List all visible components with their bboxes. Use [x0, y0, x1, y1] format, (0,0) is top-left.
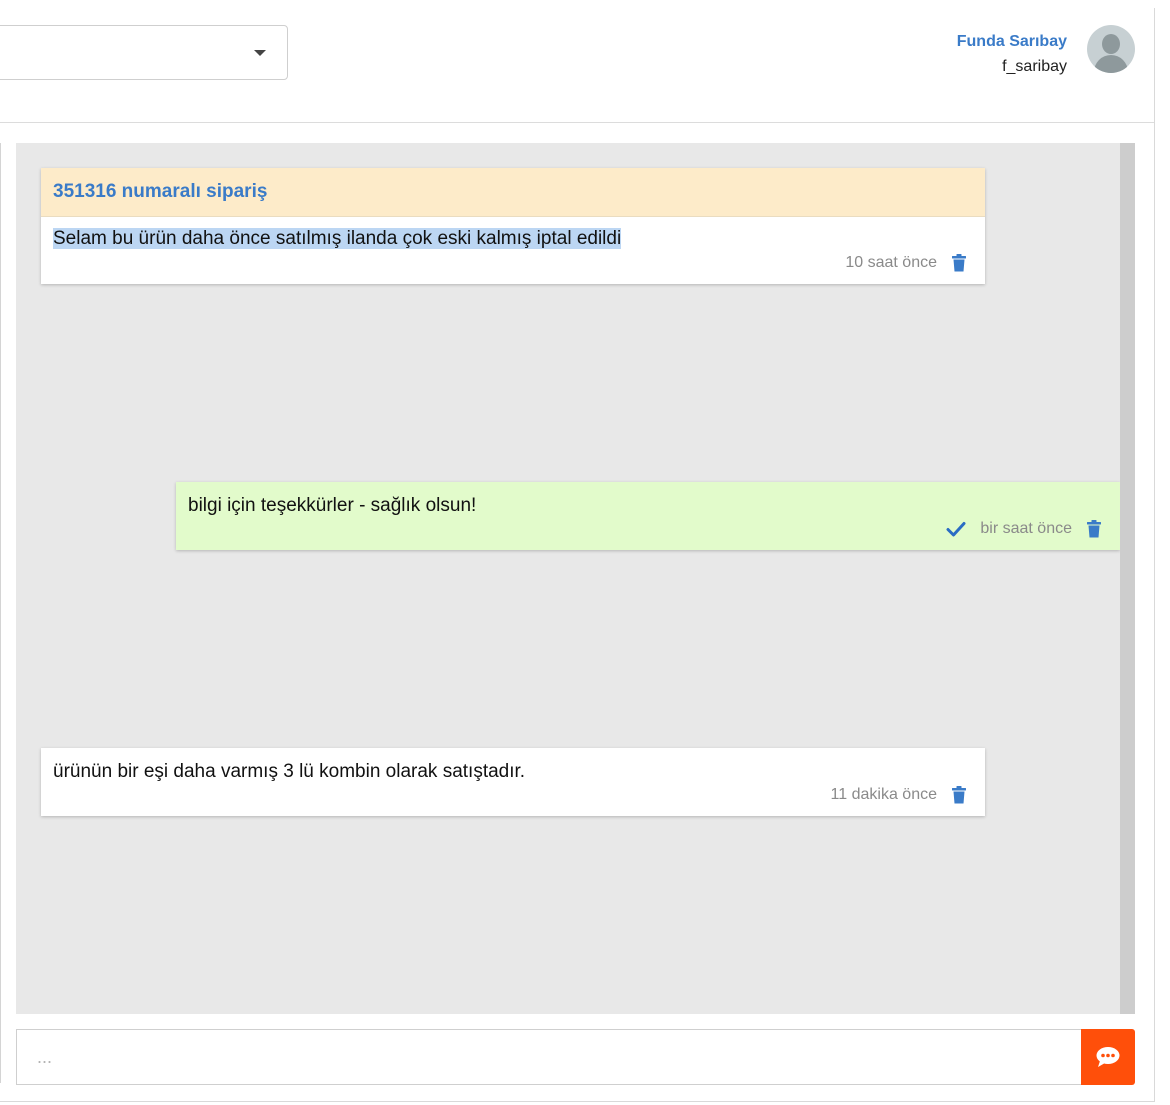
- divider: [0, 143, 1, 1083]
- avatar[interactable]: [1087, 25, 1135, 73]
- message-time: 11 dakika önce: [830, 786, 937, 803]
- order-title[interactable]: 351316 numaralı sipariş: [41, 168, 985, 217]
- message-incoming: 351316 numaralı sipariş Selam bu ürün da…: [41, 168, 985, 284]
- trash-icon[interactable]: [1086, 520, 1102, 538]
- message-text: Selam bu ürün daha önce satılmış ilanda …: [41, 217, 985, 251]
- chat-bubble-icon: [1096, 1047, 1120, 1067]
- send-button[interactable]: [1081, 1029, 1135, 1085]
- message-meta: 11 dakika önce: [831, 786, 967, 804]
- message-text: bilgi için teşekkürler - sağlık olsun!: [188, 495, 477, 516]
- message-meta: bir saat önce: [946, 520, 1102, 538]
- scrollbar[interactable]: [1120, 143, 1135, 1014]
- conversation-select[interactable]: [0, 25, 288, 80]
- message-text: ürünün bir eşi daha varmış 3 lü kombin o…: [53, 761, 526, 782]
- message-time: bir saat önce: [980, 520, 1072, 537]
- caret-down-icon[interactable]: [254, 50, 266, 56]
- message-time: 10 saat önce: [845, 254, 937, 271]
- message-meta: 10 saat önce: [845, 254, 967, 272]
- trash-icon[interactable]: [951, 254, 967, 272]
- message-list: 351316 numaralı sipariş Selam bu ürün da…: [16, 143, 1135, 1014]
- message-composer: [16, 1029, 1082, 1085]
- avatar-head: [1102, 34, 1120, 54]
- user-handle: f_saribay: [1002, 58, 1067, 75]
- user-name[interactable]: Funda Sarıbay: [957, 32, 1067, 52]
- check-icon: [946, 522, 966, 537]
- message-input[interactable]: [17, 1030, 1082, 1084]
- message-incoming: ürünün bir eşi daha varmış 3 lü kombin o…: [41, 748, 985, 816]
- message-text-selected: Selam bu ürün daha önce satılmış ilanda …: [53, 228, 622, 249]
- avatar-body: [1094, 55, 1128, 73]
- message-outgoing: bilgi için teşekkürler - sağlık olsun! b…: [176, 482, 1120, 550]
- header: Funda Sarıbay f_saribay: [0, 8, 1154, 123]
- trash-icon[interactable]: [951, 786, 967, 804]
- user-info: Funda Sarıbay f_saribay: [957, 32, 1067, 77]
